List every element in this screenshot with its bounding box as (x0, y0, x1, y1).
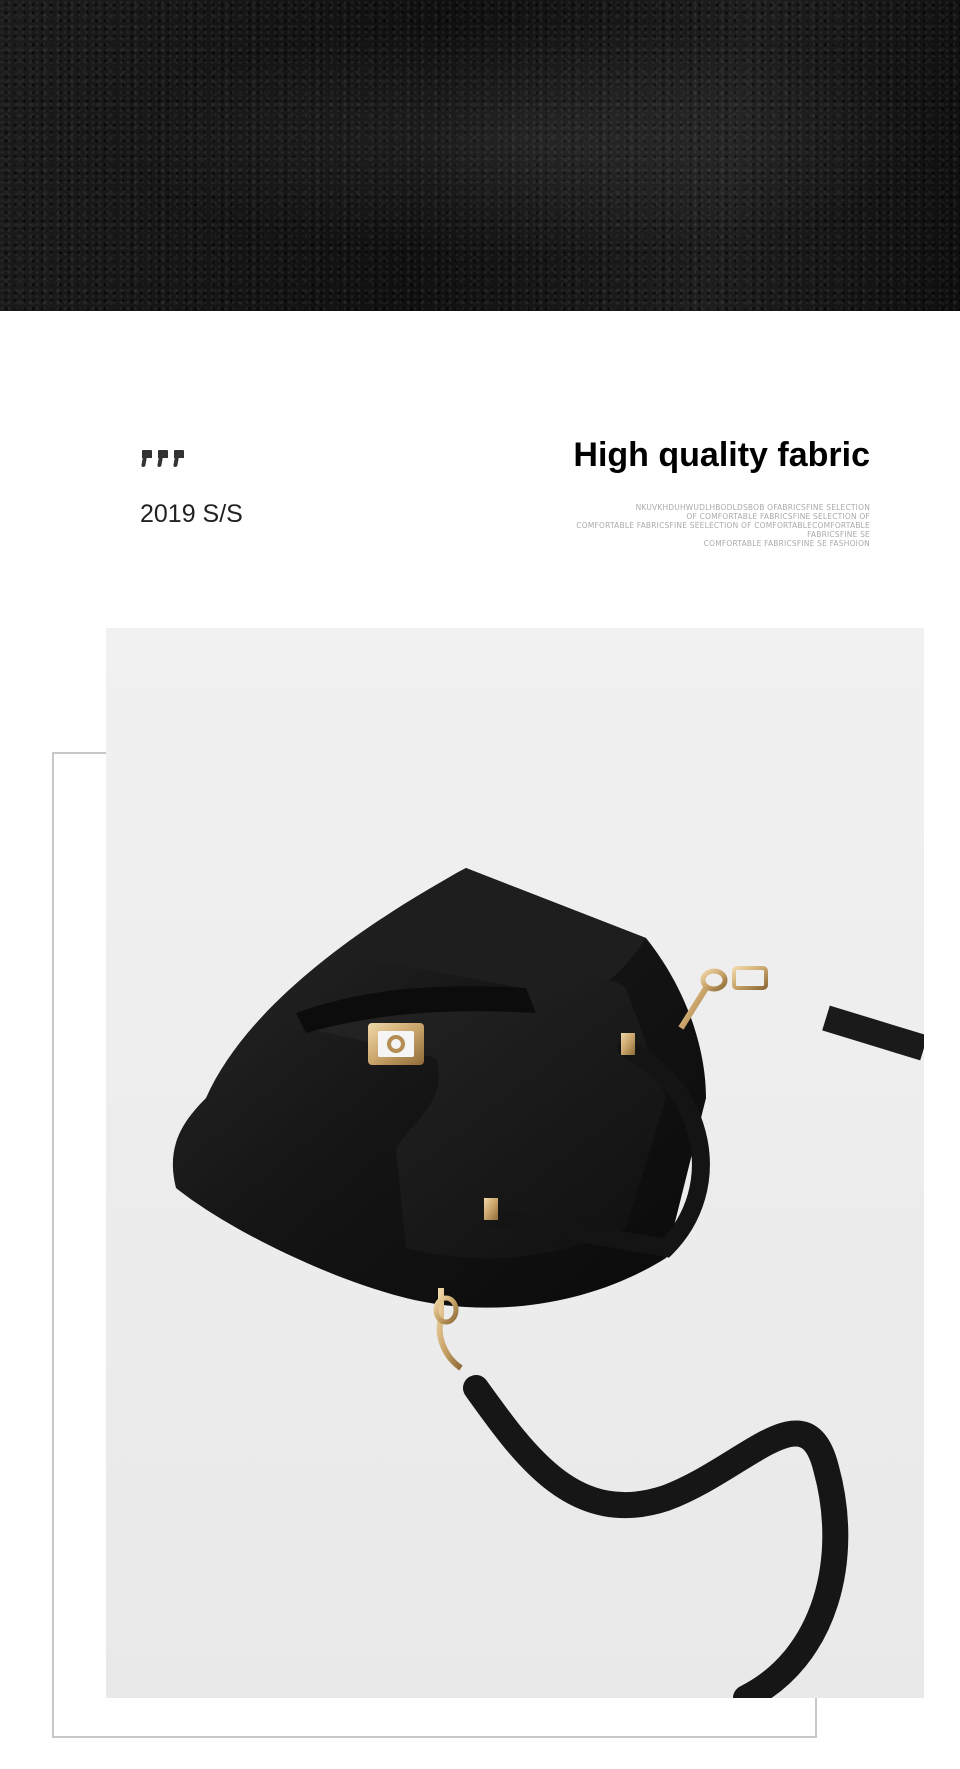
subtitle-line: COMFORTABLE FABRICSFINE SE FASHOION (703, 539, 870, 548)
section-title: High quality fabric (573, 436, 870, 474)
quote-mark-icon (158, 448, 168, 468)
subtitle-line: FABRICSFINE SE (807, 530, 870, 539)
leather-texture-banner (0, 0, 960, 311)
subtitle-block: NKUVKHDUHWUDLHBODLDSBOB OFABRICSFINE SEL… (540, 503, 870, 548)
subtitle-line: OF COMFORTABLE FABRICSFINE SELECTION OF (686, 512, 870, 521)
texture-sheen (0, 0, 960, 311)
handbag-illustration (172, 868, 924, 1698)
strap-right-segment (822, 1005, 924, 1061)
shoulder-strap (463, 1375, 849, 1698)
quote-mark-icon (174, 448, 184, 468)
subtitle-line: COMFORTABLE FABRICSFINE SEELECTION OF CO… (576, 521, 870, 530)
subtitle-line: NKUVKHDUHWUDLHBODLDSBOB OFABRICSFINE SEL… (635, 503, 870, 512)
quote-mark-icon (142, 448, 152, 468)
season-label: 2019 S/S (140, 500, 243, 528)
quote-marks-decoration (142, 448, 184, 468)
product-photo (106, 628, 924, 1698)
